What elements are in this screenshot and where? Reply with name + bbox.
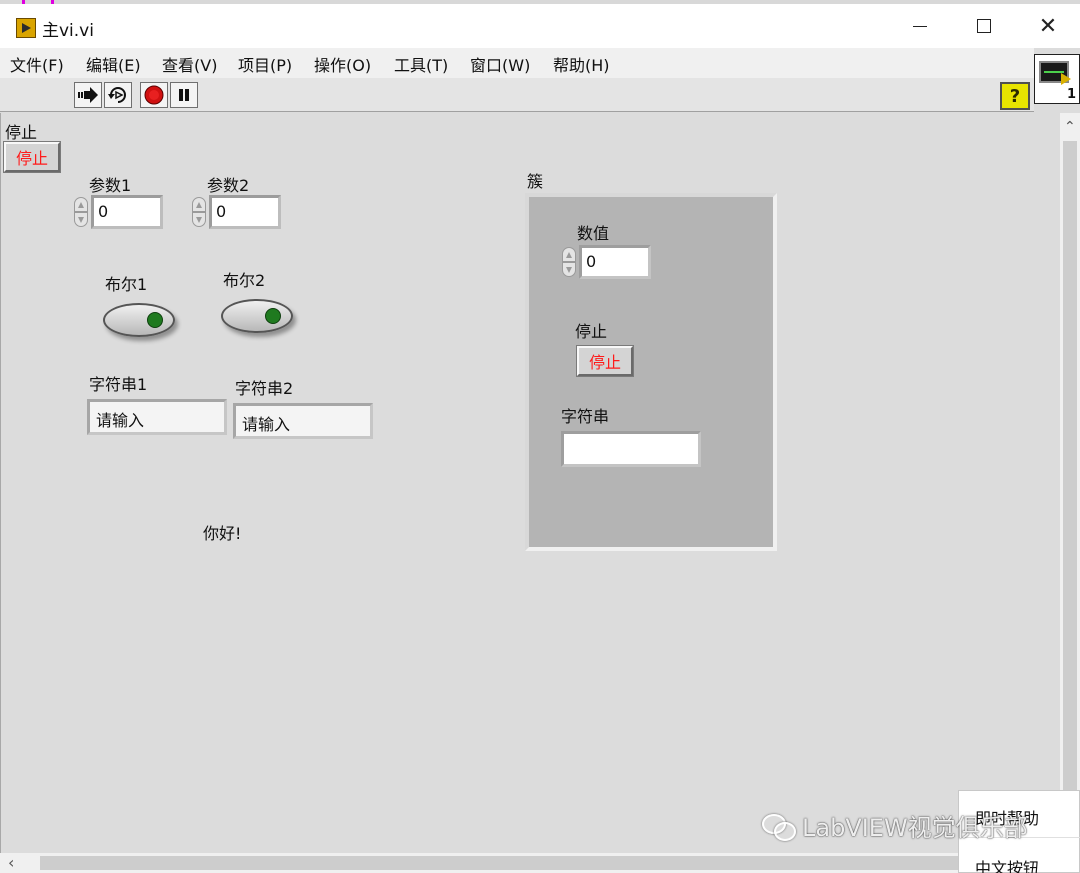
scroll-up-icon[interactable]: ⌃ bbox=[1064, 119, 1076, 135]
close-button[interactable]: ✕ bbox=[1016, 4, 1080, 48]
param2-spinner bbox=[191, 197, 207, 227]
run-button[interactable] bbox=[74, 82, 102, 108]
cluster-numeric-decrement-icon[interactable] bbox=[562, 262, 576, 277]
param1-numeric-control: 0 bbox=[73, 195, 163, 229]
param1-decrement-icon[interactable] bbox=[74, 212, 88, 227]
cluster-string-label: 字符串 bbox=[561, 407, 610, 426]
menu-view[interactable]: 查看(V) bbox=[162, 52, 217, 76]
bool2-switch[interactable] bbox=[221, 299, 293, 333]
watermark: LabVIEW视觉俱乐部 bbox=[762, 808, 1028, 843]
param1-spinner bbox=[73, 197, 89, 227]
menu-window[interactable]: 窗口(W) bbox=[470, 52, 530, 76]
cluster-numeric-spinner bbox=[561, 247, 577, 277]
minimize-button[interactable] bbox=[888, 4, 952, 48]
toolbar bbox=[0, 78, 1034, 112]
cluster-stop-label: 停止 bbox=[575, 322, 608, 341]
string2-input[interactable]: 请输入 bbox=[233, 403, 373, 439]
vertical-scrollbar[interactable]: ⌃ bbox=[1060, 113, 1080, 873]
cluster-numeric-increment-icon[interactable] bbox=[562, 247, 576, 262]
param1-increment-icon[interactable] bbox=[74, 197, 88, 212]
labview-app-icon bbox=[16, 18, 36, 38]
bool2-label: 布尔2 bbox=[223, 271, 266, 290]
vi-icon-arrow bbox=[1061, 73, 1071, 85]
menu-edit[interactable]: 编辑(E) bbox=[86, 52, 141, 76]
pause-button[interactable] bbox=[170, 82, 198, 108]
front-panel: 停止 停止 参数1 0 参数2 0 布尔1 布尔2 字符串1 请输入 字符串2 … bbox=[0, 113, 1060, 853]
minimize-icon bbox=[913, 25, 927, 27]
help-icon: ? bbox=[1009, 85, 1021, 107]
abort-button[interactable] bbox=[140, 82, 168, 108]
run-arrow-icon bbox=[78, 87, 98, 103]
menu-project[interactable]: 项目(P) bbox=[238, 52, 292, 76]
window-title: 主vi.vi bbox=[42, 21, 94, 41]
string2-label: 字符串2 bbox=[235, 379, 294, 398]
param2-decrement-icon[interactable] bbox=[192, 212, 206, 227]
cluster-label: 簇 bbox=[527, 172, 544, 191]
wechat-icon bbox=[762, 812, 796, 841]
menu-bar: 文件(F) 编辑(E) 查看(V) 项目(P) 操作(O) 工具(T) 窗口(W… bbox=[0, 48, 1034, 78]
vi-icon[interactable]: 1 bbox=[1034, 54, 1080, 104]
labview-window: 主vi.vi ✕ 文件(F) 编辑(E) 查看(V) 项目(P) 操作(O) 工… bbox=[0, 0, 1080, 873]
menu-help[interactable]: 帮助(H) bbox=[553, 52, 610, 76]
string1-input[interactable]: 请输入 bbox=[87, 399, 227, 435]
param1-input[interactable]: 0 bbox=[91, 195, 163, 229]
bool1-switch[interactable] bbox=[103, 303, 175, 337]
popup-item-chinese-button[interactable]: 中文按钮 bbox=[975, 855, 1039, 873]
context-help-button[interactable]: ? bbox=[1000, 82, 1030, 110]
menu-operate[interactable]: 操作(O) bbox=[314, 52, 371, 76]
maximize-button[interactable] bbox=[952, 4, 1016, 48]
param2-increment-icon[interactable] bbox=[192, 197, 206, 212]
cluster-numeric-label: 数值 bbox=[577, 224, 610, 243]
vi-icon-number: 1 bbox=[1066, 87, 1076, 102]
title-bar: 主vi.vi ✕ bbox=[0, 4, 1080, 48]
param1-label: 参数1 bbox=[89, 176, 132, 195]
close-icon: ✕ bbox=[1038, 13, 1058, 39]
param2-label: 参数2 bbox=[207, 176, 250, 195]
cluster-container: 数值 0 停止 停止 字符串 bbox=[525, 193, 777, 551]
watermark-text: LabVIEW视觉俱乐部 bbox=[802, 814, 1028, 842]
abort-icon bbox=[144, 85, 164, 105]
stop-button[interactable]: 停止 bbox=[3, 141, 61, 173]
cluster-string-input[interactable] bbox=[561, 431, 701, 467]
bool2-led-icon bbox=[265, 308, 281, 324]
menu-tools[interactable]: 工具(T) bbox=[394, 52, 448, 76]
bool1-label: 布尔1 bbox=[105, 275, 148, 294]
string1-label: 字符串1 bbox=[89, 375, 148, 394]
horizontal-scroll-thumb[interactable] bbox=[40, 856, 960, 870]
cluster-numeric-input[interactable]: 0 bbox=[579, 245, 651, 279]
maximize-icon bbox=[977, 19, 991, 33]
vertical-scroll-thumb[interactable] bbox=[1063, 141, 1077, 841]
cluster-numeric-control: 0 bbox=[561, 245, 653, 279]
bool1-led-icon bbox=[147, 312, 163, 328]
greeting-text: 你好! bbox=[203, 524, 242, 543]
stop-label: 停止 bbox=[5, 123, 38, 142]
horizontal-scrollbar[interactable]: ‹ bbox=[0, 853, 1060, 873]
menu-file[interactable]: 文件(F) bbox=[10, 52, 64, 76]
pause-icon bbox=[179, 89, 189, 101]
cluster-stop-button[interactable]: 停止 bbox=[576, 345, 634, 377]
run-continuously-icon bbox=[108, 87, 126, 103]
param2-numeric-control: 0 bbox=[191, 195, 281, 229]
run-continuously-button[interactable] bbox=[104, 82, 132, 108]
scroll-left-icon[interactable]: ‹ bbox=[8, 853, 14, 872]
param2-input[interactable]: 0 bbox=[209, 195, 281, 229]
